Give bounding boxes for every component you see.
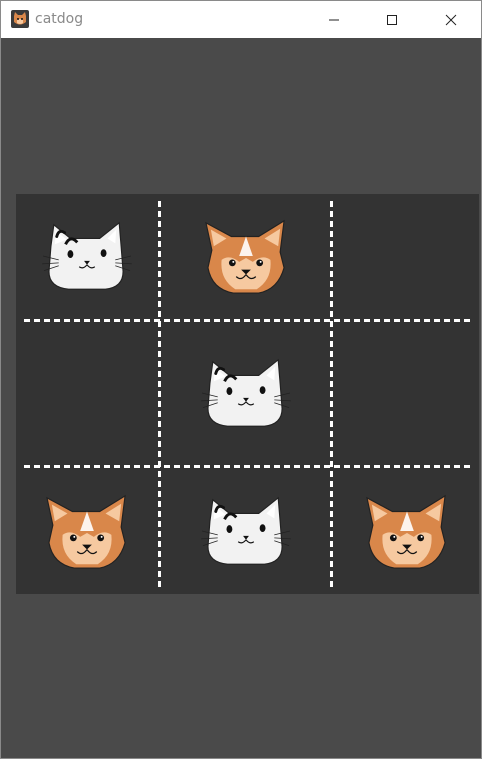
grid-line-vertical-2 <box>330 201 333 587</box>
board-cell[interactable] <box>16 194 157 319</box>
maximize-button[interactable] <box>363 1 421 38</box>
cat-piece-icon <box>200 496 291 565</box>
grid-line-vertical-1 <box>158 201 161 587</box>
close-icon <box>445 14 457 25</box>
close-button[interactable] <box>422 1 480 38</box>
board-cell[interactable] <box>162 323 329 464</box>
board-cell[interactable] <box>334 469 479 594</box>
board-cell[interactable] <box>334 194 479 319</box>
grid-line-horizontal-1 <box>24 319 472 322</box>
board-cell[interactable] <box>162 469 329 594</box>
catdog-app-icon <box>11 10 29 28</box>
minimize-icon <box>329 19 339 20</box>
minimize-button[interactable] <box>305 1 363 38</box>
board-cell[interactable] <box>16 469 157 594</box>
dog-piece-icon <box>204 219 285 294</box>
maximize-icon <box>387 14 397 25</box>
board-cell[interactable] <box>334 323 479 464</box>
window-title: catdog <box>35 11 84 27</box>
grid-line-horizontal-2 <box>24 465 472 468</box>
title-bar[interactable]: catdog <box>1 1 481 38</box>
board-cell[interactable] <box>16 323 157 464</box>
game-board <box>16 194 479 594</box>
dog-piece-icon <box>365 494 446 569</box>
cat-piece-icon <box>200 358 291 427</box>
board-cell[interactable] <box>162 194 329 319</box>
cat-piece-icon <box>41 221 132 290</box>
dog-piece-icon <box>45 494 126 569</box>
app-window: catdog <box>0 0 482 759</box>
